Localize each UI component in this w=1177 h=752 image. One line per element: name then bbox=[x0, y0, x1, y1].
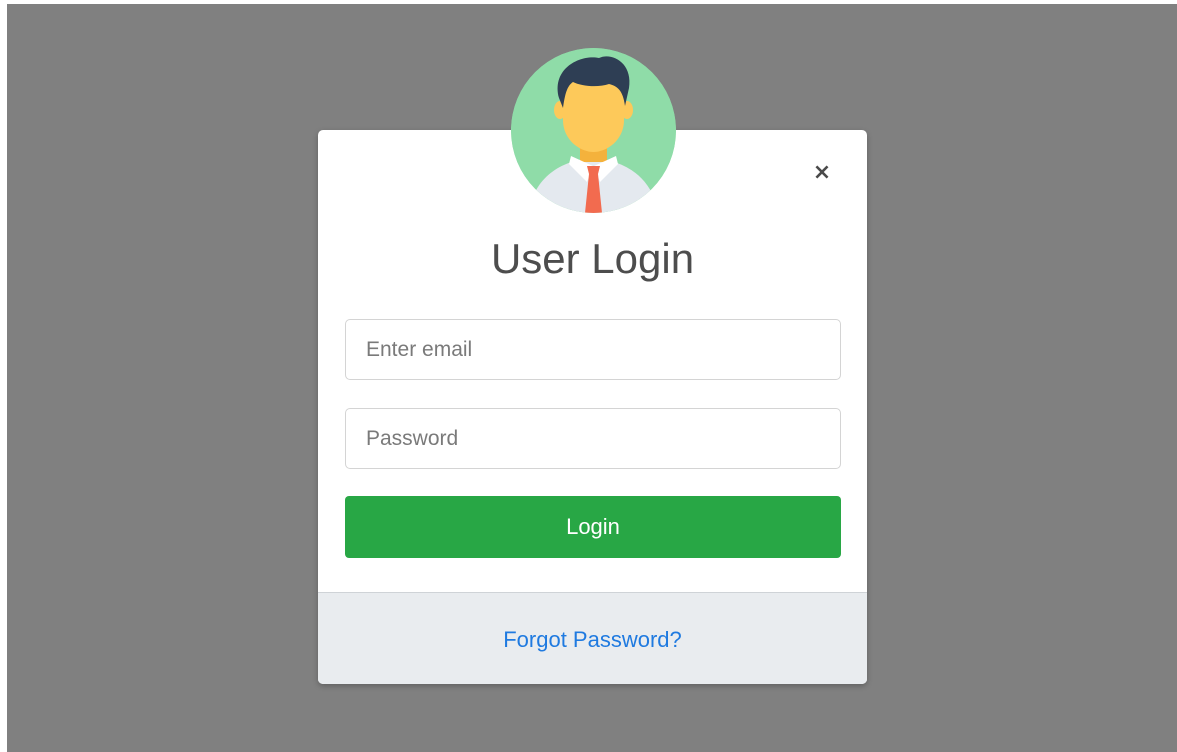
dialog-footer: Forgot Password? bbox=[318, 592, 867, 684]
email-field[interactable] bbox=[345, 319, 841, 380]
user-avatar-icon bbox=[511, 48, 676, 213]
close-icon[interactable]: × bbox=[811, 160, 833, 186]
dialog-title: User Login bbox=[490, 235, 695, 282]
password-field[interactable] bbox=[345, 408, 841, 469]
login-dialog: × User Login Login Forgot Password? bbox=[318, 48, 867, 684]
forgot-password-link[interactable]: Forgot Password? bbox=[503, 627, 682, 653]
login-button[interactable]: Login bbox=[345, 496, 841, 558]
